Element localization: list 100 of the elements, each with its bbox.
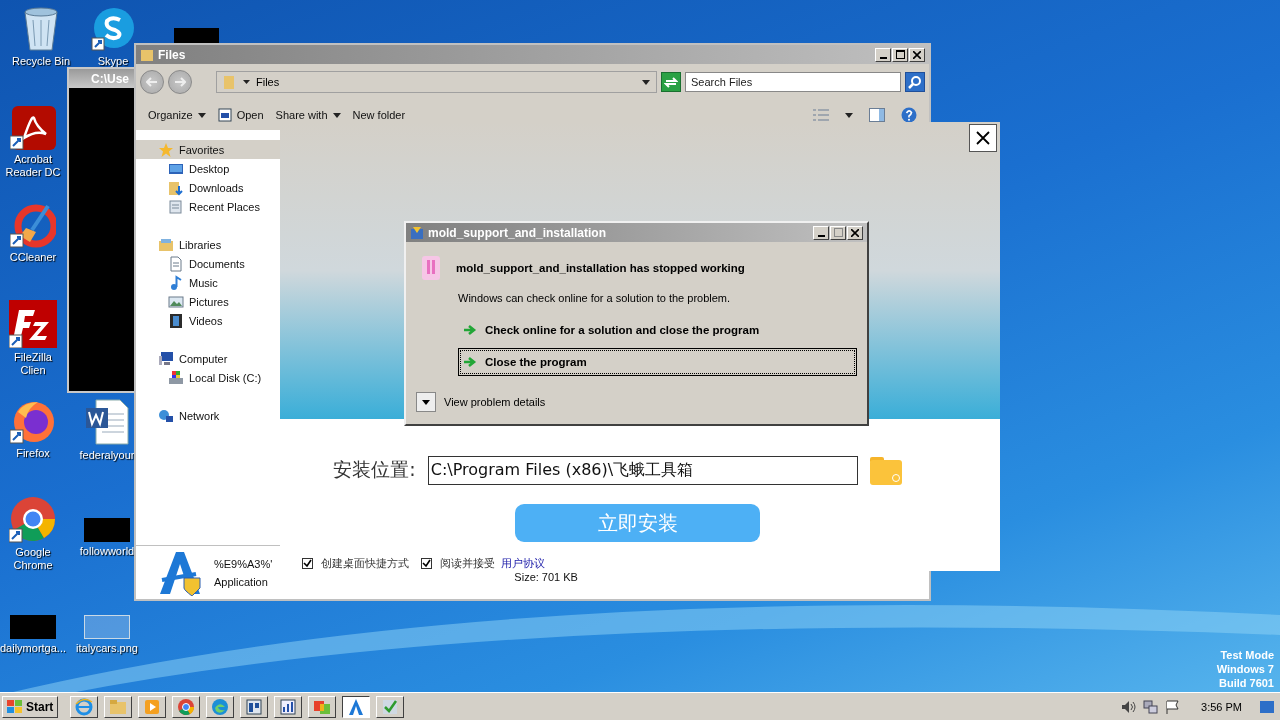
desktop-icon-label[interactable]: federalyour [79, 449, 135, 462]
minimize-icon [817, 234, 825, 237]
swap-arrows-icon [664, 76, 678, 88]
desktop-icon-label[interactable]: Google Chrome [0, 546, 66, 572]
desktop-icon-label[interactable]: followworld [79, 545, 135, 558]
checkbox[interactable] [302, 558, 313, 569]
nav-item[interactable]: Favorites [136, 140, 281, 159]
chart-app-icon [279, 697, 298, 716]
caret-icon[interactable] [642, 79, 650, 85]
downloads-folder-icon [168, 179, 184, 196]
maximize-button[interactable] [892, 47, 908, 62]
nav-item[interactable]: Downloads [136, 178, 281, 197]
film-icon [168, 312, 184, 329]
thumbnail [173, 28, 219, 43]
nav-item[interactable]: Libraries [136, 235, 281, 254]
speaker-icon[interactable] [1121, 699, 1138, 714]
expand-button[interactable] [416, 392, 436, 412]
desktop-icon-label[interactable]: italycars.png [76, 642, 138, 655]
nav-item[interactable]: Pictures [136, 292, 281, 311]
os-notice-text: Build 7601 [1218, 676, 1274, 690]
taskbar-button[interactable] [342, 695, 371, 718]
picture-icon [168, 293, 184, 310]
pdf-icon [10, 104, 56, 150]
window-title: C:\Use [91, 71, 129, 86]
nav-item[interactable]: Music [136, 273, 281, 292]
minimize-button[interactable] [875, 47, 891, 62]
nav-item[interactable]: Local Disk (C:) [136, 368, 281, 387]
edge-icon [211, 697, 230, 716]
checkbox[interactable] [421, 558, 432, 569]
caret-icon [422, 399, 430, 405]
maximize-button[interactable] [830, 225, 846, 240]
close-icon [976, 131, 990, 145]
help-icon[interactable] [901, 107, 917, 123]
search-field[interactable]: Search Files [685, 72, 901, 92]
nav-item[interactable]: Recent Places [136, 197, 281, 216]
desktop-icon-label[interactable]: CCleaner [9, 251, 57, 264]
back-arrow-icon [146, 77, 158, 87]
search-button[interactable] [905, 72, 925, 92]
toolbar-button[interactable]: Share with [275, 109, 341, 121]
desktop-icon-label[interactable]: dailymortga... [0, 642, 66, 655]
desktop-icon-label[interactable]: FileZilla Clien [0, 351, 66, 377]
computer-icon [158, 350, 174, 367]
nav-item[interactable]: Network [136, 406, 281, 425]
command-link[interactable]: Check online for a solution and close the program [458, 316, 857, 344]
network-icon [158, 407, 174, 424]
file-name: %E9%A3%' [214, 557, 273, 570]
command-link[interactable]: Close the program [458, 348, 857, 376]
details-toggle-label[interactable]: View problem details [444, 396, 546, 408]
forward-button[interactable] [168, 70, 192, 94]
back-button[interactable] [140, 70, 164, 94]
network-icon[interactable] [1143, 699, 1160, 714]
nav-item[interactable]: Desktop [136, 159, 281, 178]
flag-icon[interactable] [1165, 699, 1182, 714]
app-icon [410, 225, 424, 240]
desktop-icon-label[interactable]: Skype [97, 55, 129, 68]
chrome-icon [177, 697, 196, 716]
field-label: 安装位置: [333, 457, 416, 483]
start-button[interactable]: Start [2, 695, 59, 718]
recent-places-icon [168, 198, 184, 215]
window-title: Files [158, 47, 186, 62]
minimize-button[interactable] [813, 225, 829, 240]
address-bar[interactable]: Files [216, 71, 657, 93]
minimize-icon [879, 56, 887, 59]
refresh-button[interactable] [661, 72, 681, 92]
preview-pane-icon[interactable] [869, 108, 885, 122]
caret-icon[interactable] [243, 80, 250, 84]
show-desktop-button[interactable] [1260, 700, 1274, 713]
close-button[interactable] [969, 124, 997, 152]
thumbnail [84, 518, 130, 542]
folder-icon [109, 697, 128, 716]
desktop-icon-label[interactable]: Firefox [16, 447, 50, 460]
checkbox-label: 创建桌面快捷方式 [321, 556, 409, 571]
nav-item[interactable]: Documents [136, 254, 281, 273]
forward-arrow-icon [174, 77, 186, 87]
dropdown-arrow-icon[interactable] [845, 112, 853, 118]
skype-icon [90, 6, 136, 52]
desktop-icon-label[interactable]: Recycle Bin [11, 55, 71, 68]
arrow-icon [463, 356, 477, 368]
media-player-icon [143, 697, 162, 716]
clock[interactable]: 3:56 PM [1201, 700, 1242, 713]
os-notice-text: Test Mode [1220, 648, 1274, 662]
document-icon [168, 255, 184, 272]
nav-item[interactable]: Computer [136, 349, 281, 368]
music-note-icon [168, 274, 184, 291]
close-icon [851, 228, 859, 237]
disk-icon [168, 369, 184, 386]
dialog-message: Windows can check online for a solution to the problem. [457, 291, 732, 304]
window-title: mold_support_and_installation [428, 225, 607, 240]
nav-item[interactable]: Videos [136, 311, 281, 330]
file-size: Size: 701 KB [514, 570, 578, 583]
agreement-link[interactable]: 用户协议 [501, 556, 545, 571]
toolbar-button[interactable]: New folder [352, 109, 406, 121]
dialog-heading: mold_support_and_installation has stopped working [456, 262, 745, 274]
checkbox-label: 阅读并接受 [440, 556, 495, 571]
toolbar-button[interactable]: Open [217, 108, 264, 122]
toolbar-button[interactable]: Organize [148, 109, 206, 121]
desktop-icon-label[interactable]: Acrobat Reader DC [0, 153, 66, 179]
caret-icon [332, 112, 341, 118]
star-icon [158, 141, 174, 158]
install-path-field[interactable]: C:\Program Files (x86)\飞蛾工具箱 [427, 455, 858, 485]
